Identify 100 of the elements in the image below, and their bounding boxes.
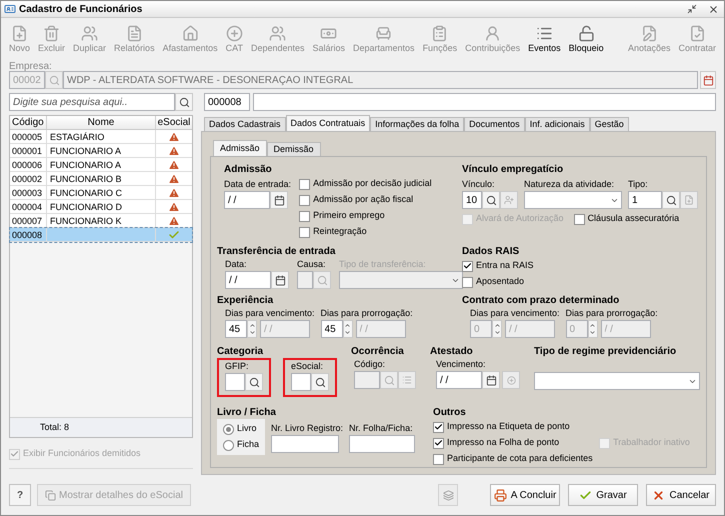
action-button[interactable]: Gravar [568,484,638,506]
date-field[interactable]: / / [436,371,482,389]
spin-button[interactable] [342,320,353,338]
tab[interactable]: Dados Cadastrais [204,117,286,131]
checkbox[interactable] [299,210,310,222]
dropdown[interactable] [524,191,622,209]
tab[interactable]: Dados Contratuais [286,115,370,131]
tab[interactable]: Inf. adicionais [524,117,590,131]
search-field[interactable]: Digite sua pesquisa aqui.. [9,93,175,111]
close-icon[interactable] [708,4,719,14]
text-field[interactable] [225,373,245,391]
text-field[interactable]: WDP - ALTERDATA SOFTWARE - DESONERAÇAO INTEGRAL [63,71,698,89]
app-icon [4,3,16,15]
table-row[interactable]: 000008 [10,228,192,242]
field-label: Vencimento: [436,358,487,371]
table-cell-text: 000008 [11,229,44,241]
checkbox-label: Exibir Funcionários demitidos [23,447,141,460]
column-header[interactable]: eSocial [155,116,192,129]
date-field[interactable]: / / [224,191,270,209]
warning-icon [168,158,180,170]
table-row[interactable]: 000006 FUNCIONARIO A [10,158,192,172]
section-heading: Livro / Ficha [217,406,277,419]
radio-button[interactable] [223,440,234,450]
document-pen-icon [640,25,658,42]
radio-button[interactable] [223,424,234,434]
table-row[interactable]: 000001 FUNCIONARIO A [10,144,192,158]
tab[interactable]: Demissão [266,142,321,156]
search-button[interactable] [482,191,500,209]
warning-icon [168,200,180,212]
text-field[interactable]: 1 [628,191,662,209]
checkbox[interactable] [299,194,310,206]
help-button[interactable]: ? [9,484,31,506]
checkbox-label: Impresso na Folha de ponto [447,436,560,450]
tab[interactable]: Informações da folha [370,117,464,131]
action-button[interactable]: Cancelar [646,484,716,506]
calendar-button[interactable] [270,191,288,209]
total-count: Total: 8 [40,420,70,434]
search-icon [486,194,496,206]
table-row[interactable]: 000003 FUNCIONARIO C [10,186,192,200]
action-button[interactable]: A Concluir [490,484,560,506]
field-label: Dias para prorrogação: [320,307,413,320]
house-icon [182,25,199,42]
table-cell-text: 000001 [11,145,44,157]
spin-button[interactable] [492,320,502,338]
window-title: Cadastro de Funcionários [19,2,142,16]
tab[interactable]: Gestão [590,117,629,131]
section-heading: Contrato com prazo determinado [462,294,620,307]
text-field[interactable] [291,373,311,391]
field-label: Empresa: [9,60,53,71]
checkbox[interactable] [433,438,444,448]
checkbox[interactable] [433,454,444,464]
spin-button[interactable] [588,320,598,338]
checkbox[interactable] [433,422,444,432]
restore-icon[interactable] [687,4,697,14]
dropdown[interactable] [534,372,700,390]
number-field[interactable]: 45 [225,320,247,338]
checkbox[interactable] [462,276,473,288]
search-button[interactable] [311,373,329,391]
table-row[interactable]: 000002 FUNCIONARIO B [10,172,192,186]
search-button[interactable] [662,191,680,209]
text-field[interactable] [349,435,416,453]
tab[interactable]: Documentos [464,117,525,131]
search-button[interactable] [175,93,193,111]
section-heading: Admissão [224,163,273,176]
close-icon [652,488,666,502]
date-field[interactable]: / / [225,271,271,289]
checkbox-label: Admissão por ação fiscal [313,193,414,206]
table-row[interactable]: 000007 FUNCIONARIO K [10,214,192,228]
padlock-icon [578,25,595,42]
checkbox-label: Aposentado [476,275,524,288]
tab[interactable]: Admissão [213,140,267,156]
table-row[interactable]: 000005 ESTAGIÁRIO [10,130,192,144]
text-field[interactable]: 000008 [204,93,250,111]
column-header[interactable]: Código [10,116,46,129]
text-field[interactable] [253,93,716,111]
field-label: GFIP: [225,360,250,373]
spin-button[interactable] [247,320,257,338]
field-label: Natureza da atividade: [524,178,616,191]
table-row[interactable]: 000004 FUNCIONARIO D [10,200,192,214]
checkbox[interactable] [299,178,310,190]
table-cell-text: 000003 [11,187,44,199]
calendar-button[interactable] [482,371,500,389]
warning-icon [168,130,180,142]
checkbox-label: Participante de cota para deficientes [447,452,593,466]
column-header[interactable]: Nome [46,116,155,129]
toolbar-button[interactable]: Bloqueio [564,25,608,54]
plus-icon [506,376,516,384]
checkbox-label: Reintegração [313,225,367,238]
text-field[interactable]: 10 [462,191,482,209]
text-field[interactable] [271,435,340,453]
table-button[interactable] [700,71,716,89]
icon-button[interactable] [438,484,458,506]
checkbox[interactable] [299,226,310,238]
checkbox[interactable] [574,214,585,224]
number-field[interactable]: 45 [320,320,343,338]
checkbox[interactable] [462,260,473,272]
list-icon [536,25,553,42]
toolbar-button[interactable]: Eventos [524,25,565,54]
search-button[interactable] [245,373,263,391]
calendar-button[interactable] [271,271,289,289]
